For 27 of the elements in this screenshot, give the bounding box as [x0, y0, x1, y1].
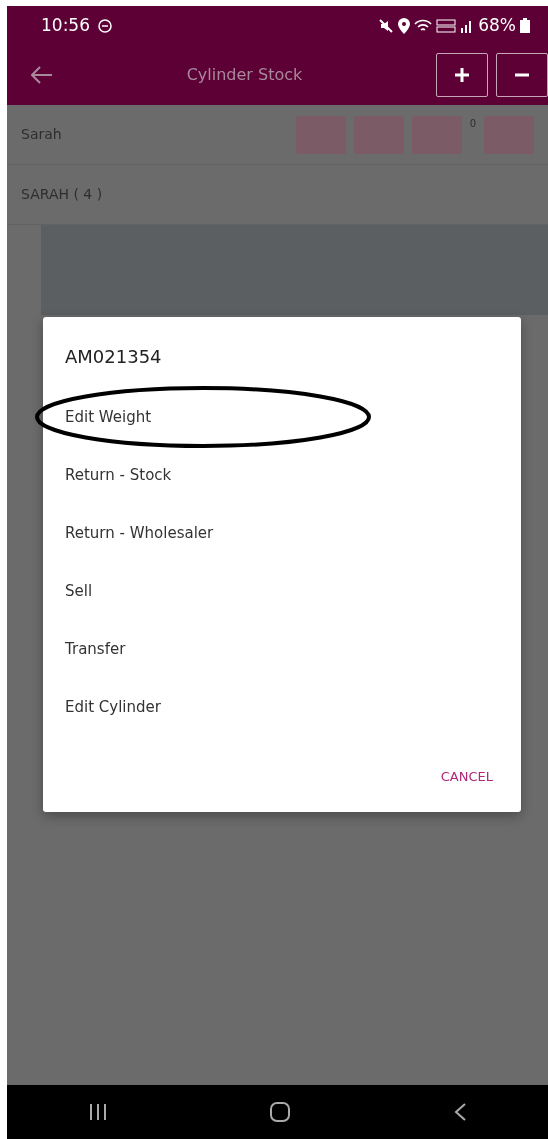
clock-time: 10:56 [41, 13, 90, 37]
minus-icon [514, 73, 530, 77]
menu-option[interactable]: Return - Wholesaler [43, 504, 521, 562]
menu-option[interactable]: Edit Cylinder [43, 678, 521, 736]
dialog-title: AM021354 [64, 345, 163, 369]
recent-apps-icon[interactable] [87, 1102, 108, 1122]
cancel-button[interactable]: CANCEL [434, 766, 499, 788]
battery-percentage: 68% [478, 13, 516, 37]
screen-title: Cylinder Stock [186, 65, 303, 84]
group-header: SARAH ( 4 ) [21, 185, 103, 204]
menu-option[interactable]: Transfer [43, 620, 521, 678]
battery-icon [520, 18, 530, 33]
do-not-disturb-icon [98, 18, 112, 33]
add-button[interactable] [436, 53, 488, 97]
home-icon[interactable] [269, 1101, 292, 1123]
mute-icon [378, 17, 395, 34]
wifi-icon [414, 18, 433, 33]
user-name: Sarah [21, 125, 62, 144]
menu-option[interactable]: Edit Weight [43, 388, 521, 446]
back-arrow-icon[interactable] [31, 66, 53, 84]
back-icon[interactable] [453, 1102, 468, 1122]
menu-option[interactable]: Return - Stock [43, 446, 521, 504]
remove-button[interactable] [496, 53, 548, 97]
plus-icon [454, 67, 470, 83]
count-label: 0 [469, 116, 476, 131]
menu-option[interactable]: Sell [43, 562, 521, 620]
location-icon [398, 17, 411, 34]
